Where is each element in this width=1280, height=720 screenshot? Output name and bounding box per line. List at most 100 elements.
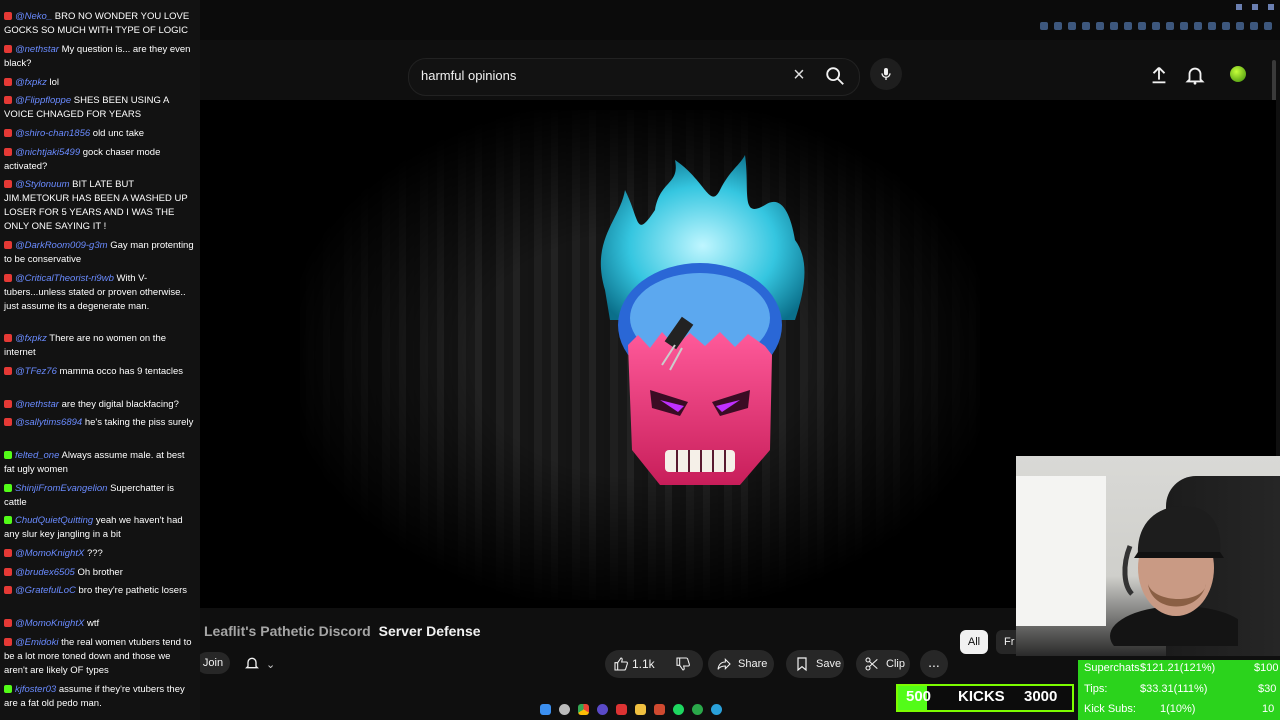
youtube-icon — [4, 148, 12, 156]
chat-username[interactable]: @GratefulLoC — [15, 585, 76, 596]
chat-message: @nethstar are they digital blackfacing? — [4, 398, 196, 412]
youtube-icon — [4, 586, 12, 594]
voice-search-button[interactable] — [870, 58, 902, 90]
extension-icon[interactable] — [1054, 22, 1062, 30]
search-query[interactable]: harmful opinions — [421, 68, 516, 83]
chat-message: @brudex6505 Oh brother — [4, 566, 196, 580]
dislike-icon[interactable] — [674, 656, 692, 672]
extension-icon[interactable] — [1152, 22, 1160, 30]
chat-username[interactable]: @nichtjaki5499 — [15, 147, 80, 158]
chat-username[interactable]: @TFez76 — [15, 366, 57, 377]
extension-icon[interactable] — [1068, 22, 1076, 30]
share-label: Share — [738, 658, 768, 670]
kick-icon — [4, 516, 12, 524]
app-icon[interactable] — [654, 703, 665, 715]
like-icon[interactable] — [612, 656, 630, 672]
chat-username[interactable]: felted_one — [15, 450, 59, 461]
youtube-icon — [4, 619, 12, 627]
chat-username[interactable]: @CriticalTheorist-ri9wb — [15, 273, 114, 284]
chat-username[interactable]: @MomoKnightX — [15, 618, 84, 629]
xbox-icon[interactable] — [692, 703, 703, 715]
extension-icon[interactable] — [1138, 22, 1146, 30]
extension-icon[interactable] — [1124, 22, 1132, 30]
extension-icon[interactable] — [1194, 22, 1202, 30]
chat-username[interactable]: @DarkRoom009-g3m — [15, 240, 108, 251]
chat-username[interactable]: @MomoKnightX — [15, 548, 84, 559]
chat-username[interactable]: @sallytims6894 — [15, 417, 82, 428]
chat-message: @nethstar My question is... are they eve… — [4, 43, 196, 71]
chat-text: Oh brother — [77, 567, 123, 578]
share-icon — [717, 658, 731, 670]
youtube-icon — [4, 180, 12, 188]
upload-icon[interactable] — [1148, 64, 1170, 86]
kick-icon — [4, 451, 12, 459]
windows-start-icon[interactable] — [540, 703, 551, 715]
chip-all[interactable]: All — [960, 630, 988, 654]
extension-icon[interactable] — [1096, 22, 1104, 30]
webcam-overlay — [1016, 456, 1280, 656]
search-icon[interactable] — [824, 65, 846, 87]
youtube-icon — [4, 241, 12, 249]
clip-button[interactable]: Clip — [856, 650, 910, 678]
extension-icon[interactable] — [1208, 22, 1216, 30]
account-avatar[interactable] — [1230, 66, 1246, 82]
chat-message: @GratefulLoC bro they're pathetic losers — [4, 584, 196, 598]
close-window-icon[interactable] — [1268, 4, 1274, 10]
chat-text: he's taking the piss surely — [84, 417, 194, 428]
extension-icon[interactable] — [1222, 22, 1230, 30]
chat-text: are they digital blackfacing? — [61, 399, 179, 410]
extension-icon[interactable] — [1180, 22, 1188, 30]
chat-username[interactable]: @shiro-chan1856 — [15, 128, 90, 139]
minimize-icon[interactable] — [1236, 4, 1242, 10]
chat-username[interactable]: kjfoster03 — [15, 684, 56, 695]
chat-text: old unc take — [92, 128, 145, 139]
spotify-icon[interactable] — [673, 703, 684, 715]
browser-extension-icons[interactable] — [1040, 22, 1272, 30]
chat-username[interactable]: @nethstar — [15, 44, 59, 55]
chevron-down-icon[interactable]: ⌄ — [266, 658, 275, 671]
chat-username[interactable]: @Neko_ — [15, 11, 52, 22]
chat-username[interactable]: ChudQuietQuitting — [15, 515, 93, 526]
extension-icon[interactable] — [1040, 22, 1048, 30]
chat-message: @MomoKnightX wtf — [4, 617, 196, 631]
kick-subs-label: Kick Subs: — [1084, 703, 1136, 715]
youtube-icon — [4, 367, 12, 375]
chat-username[interactable]: @nethstar — [15, 399, 59, 410]
join-button[interactable]: Join — [196, 652, 230, 674]
chat-username[interactable]: @Stylonuum — [15, 179, 70, 190]
chat-username[interactable]: ShinjiFromEvangelion — [15, 483, 107, 494]
subscription-bell-icon[interactable] — [244, 655, 260, 671]
chat-message: @TFez76 mamma occo has 9 tentacles — [4, 365, 196, 379]
chat-message: @fxpkz There are no women on the interne… — [4, 332, 196, 360]
obs-icon[interactable] — [597, 703, 608, 715]
notifications-bell-icon[interactable] — [1184, 64, 1206, 86]
youtube-icon — [4, 96, 12, 104]
chat-message: @CriticalTheorist-ri9wb With V-tubers...… — [4, 272, 196, 314]
share-button[interactable]: Share — [708, 650, 774, 678]
extension-icon[interactable] — [1110, 22, 1118, 30]
chat-username[interactable]: @fxpkz — [15, 333, 47, 344]
clear-search-icon[interactable]: × — [790, 65, 808, 85]
superchats-goal: $100 — [1254, 662, 1279, 674]
extension-icon[interactable] — [1264, 22, 1272, 30]
chrome-icon[interactable] — [578, 703, 589, 715]
folder-icon[interactable] — [635, 703, 646, 715]
taskbar-search-icon[interactable] — [559, 703, 570, 715]
browser-icon[interactable] — [616, 703, 627, 715]
chat-username[interactable]: @Emidoki — [15, 637, 58, 648]
extension-icon[interactable] — [1082, 22, 1090, 30]
maximize-icon[interactable] — [1252, 4, 1258, 10]
chat-username[interactable]: @brudex6505 — [15, 567, 75, 578]
chat-username[interactable]: @fxpkz — [15, 77, 47, 88]
window-controls[interactable] — [1236, 4, 1274, 10]
chat-message: @Neko_ BRO NO WONDER YOU LOVE GOCKS SO M… — [4, 10, 196, 38]
extension-icon[interactable] — [1250, 22, 1258, 30]
kick-subs-goal: 10 — [1262, 703, 1275, 715]
chat-username[interactable]: @Flippfloppe — [15, 95, 71, 106]
telegram-icon[interactable] — [711, 703, 722, 715]
extension-icon[interactable] — [1166, 22, 1174, 30]
save-label: Save — [816, 658, 842, 670]
more-actions-button[interactable]: ... — [920, 650, 948, 678]
extension-icon[interactable] — [1236, 22, 1244, 30]
save-button[interactable]: Save — [786, 650, 844, 678]
